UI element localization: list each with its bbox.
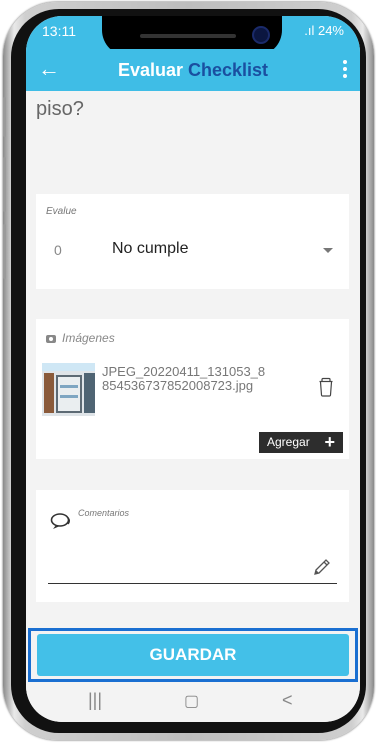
home-button[interactable]: ▢: [184, 691, 199, 711]
image-file-name: JPEG_20220411_131053_8854536737852008723…: [102, 364, 266, 393]
comments-input[interactable]: [48, 556, 305, 582]
add-image-button[interactable]: Agregar +: [259, 432, 343, 453]
evaluation-select[interactable]: No cumple: [112, 240, 188, 258]
app-bar: ← Evaluar Checklist: [26, 49, 360, 91]
question-text: piso?: [36, 98, 84, 120]
camera-icon: [46, 334, 56, 343]
comments-underline: [48, 583, 337, 584]
status-time: 13:11: [42, 23, 76, 39]
system-nav-bar: ||| ▢ <: [26, 682, 360, 722]
page-title: Evaluar Checklist: [26, 60, 360, 81]
images-card: Imágenes JPEG_20220411_131053_8854536737…: [36, 319, 349, 459]
save-button[interactable]: GUARDAR: [37, 634, 349, 676]
comments-card: Comentarios: [36, 490, 349, 602]
screen: 13:11 .ıl 24% ← Evaluar Checklist piso? …: [26, 16, 360, 722]
add-image-label: Agregar: [267, 435, 310, 449]
overflow-menu-icon[interactable]: [340, 57, 350, 81]
battery-level: 24%: [317, 23, 344, 38]
evaluation-card: Evalue 0 No cumple: [36, 194, 349, 289]
signal-icon: .ıl: [304, 23, 315, 38]
evaluation-score: 0: [54, 242, 62, 258]
page-title-secondary: Checklist: [188, 60, 269, 80]
pencil-icon[interactable]: [313, 558, 331, 576]
trash-icon[interactable]: [318, 377, 334, 397]
page-title-primary: Evaluar: [117, 60, 183, 80]
plus-icon: +: [324, 432, 335, 452]
evaluation-label: Evalue: [46, 206, 77, 217]
image-thumbnail[interactable]: [42, 363, 95, 416]
dropdown-arrow-icon[interactable]: [323, 248, 333, 253]
images-header-label: Imágenes: [62, 331, 115, 345]
speaker-grille: [140, 34, 236, 38]
recent-apps-button[interactable]: |||: [88, 690, 102, 711]
front-camera: [252, 26, 270, 44]
side-button: [3, 224, 6, 279]
comment-icon: [50, 513, 70, 529]
status-indicators: .ıl 24%: [304, 23, 344, 38]
back-button[interactable]: <: [282, 690, 293, 711]
side-button: [3, 97, 6, 137]
save-button-highlight: GUARDAR: [28, 628, 358, 682]
comments-label: Comentarios: [78, 508, 130, 518]
images-header: Imágenes: [46, 331, 115, 345]
side-button: [3, 157, 6, 212]
